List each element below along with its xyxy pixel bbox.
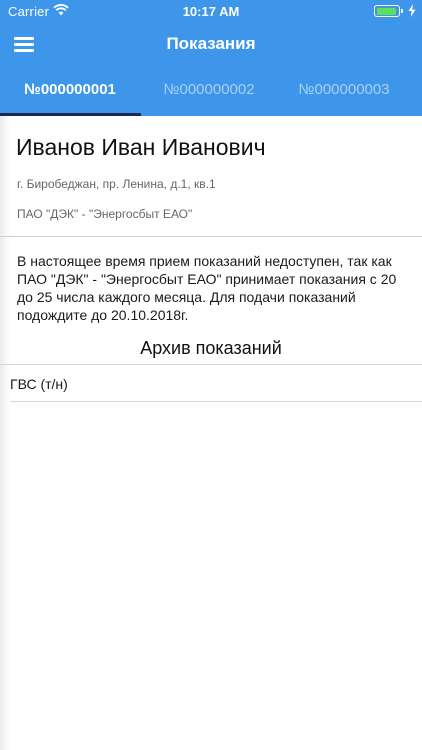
- navigation-bar: Показания: [0, 22, 422, 66]
- battery-icon: [374, 5, 403, 17]
- readings-unavailable-notice: В настоящее время прием показаний недост…: [17, 253, 397, 323]
- page-title: Показания: [166, 34, 256, 53]
- app-screen: Carrier 10:17 AM Показания №000000001 №0…: [0, 0, 422, 750]
- archive-divider: [0, 364, 422, 365]
- battery-cap: [400, 9, 403, 13]
- tab-account-3[interactable]: №000000003: [274, 66, 414, 116]
- list-item-meter[interactable]: ГВС (т/н): [10, 366, 422, 402]
- account-tabs: №000000001 №000000002 №000000003: [0, 66, 422, 116]
- section-divider: [0, 236, 422, 237]
- charging-bolt-icon: [408, 4, 416, 17]
- account-address: г. Биробеджан, пр. Ленина, д.1, кв.1: [17, 177, 216, 191]
- status-bar: Carrier 10:17 AM: [0, 0, 422, 22]
- status-time: 10:17 AM: [182, 4, 240, 19]
- tab-account-1[interactable]: №000000001: [0, 66, 140, 116]
- battery-level: [376, 7, 396, 15]
- archive-title: Архив показаний: [140, 338, 282, 358]
- app-header: Carrier 10:17 AM Показания №000000001 №0…: [0, 0, 422, 116]
- supplier-name: ПАО "ДЭК" - "Энергосбыт ЕАО": [17, 207, 193, 221]
- meter-label: ГВС (т/н): [10, 376, 68, 392]
- owner-name: Иванов Иван Иванович: [16, 134, 266, 160]
- active-tab-indicator: [0, 113, 141, 116]
- list-item-divider: [10, 401, 422, 402]
- drawer-edge-shadow: [0, 116, 10, 750]
- tab-account-2[interactable]: №000000002: [139, 66, 279, 116]
